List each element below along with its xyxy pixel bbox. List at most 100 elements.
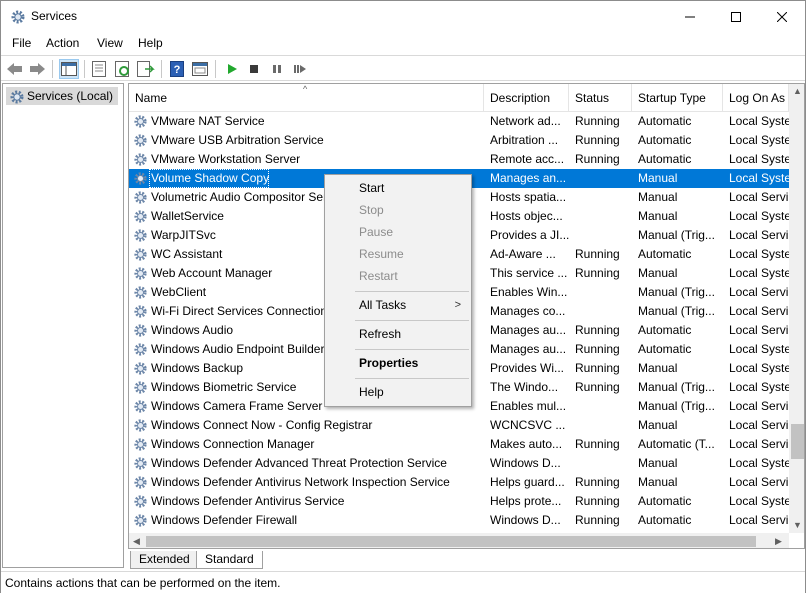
service-gear-icon xyxy=(133,228,148,246)
toolbar: ? xyxy=(1,55,805,81)
column-header-startup-type[interactable]: Startup Type xyxy=(632,84,723,112)
service-gear-icon xyxy=(133,171,148,189)
service-startup-type: Manual (Trig... xyxy=(638,285,715,299)
refresh-icon[interactable] xyxy=(113,59,133,79)
minimize-button[interactable] xyxy=(667,1,713,32)
menu-item-pause[interactable]: Pause xyxy=(325,221,471,243)
tab-standard[interactable]: Standard xyxy=(196,551,263,569)
properties-sheet-icon[interactable] xyxy=(89,59,109,79)
service-description: Manages an... xyxy=(490,171,567,185)
help-icon[interactable]: ? xyxy=(167,59,187,79)
menu-file[interactable]: File xyxy=(12,36,31,50)
service-gear-icon xyxy=(133,247,148,265)
service-status: Running xyxy=(575,361,620,375)
close-button[interactable] xyxy=(759,1,805,32)
service-name: Windows Defender Antivirus Network Inspe… xyxy=(151,475,450,489)
pause-service-icon[interactable] xyxy=(267,59,287,79)
table-row[interactable]: VMware Workstation Server Remote acc... Ru… xyxy=(129,150,791,170)
column-header-description[interactable]: Description xyxy=(484,84,569,112)
forward-arrow-icon[interactable] xyxy=(27,59,47,79)
menu-help[interactable]: Help xyxy=(138,36,163,50)
scroll-left-icon[interactable]: ◀ xyxy=(133,536,140,547)
scroll-right-icon[interactable]: ▶ xyxy=(775,536,782,547)
service-gear-icon xyxy=(133,494,148,512)
service-description: Windows D... xyxy=(490,513,561,527)
table-row[interactable]: Windows Defender Antivirus Service Helps … xyxy=(129,492,791,512)
table-row[interactable]: Windows Connection Manager Makes auto... R… xyxy=(129,435,789,454)
table-row[interactable]: VMware USB Arbitration Service Arbitratio… xyxy=(129,131,791,151)
service-name: Windows Defender Firewall xyxy=(151,513,298,527)
table-row[interactable]: Windows Defender Firewall Windows D... Run… xyxy=(129,511,789,530)
services-gear-icon xyxy=(9,89,25,108)
service-gear-icon xyxy=(133,152,148,170)
column-header-log-on-as[interactable]: Log On As xyxy=(723,84,789,112)
status-bar: Contains actions that can be performed o… xyxy=(1,571,805,593)
horizontal-scrollbar[interactable]: ◀ ▶ xyxy=(129,533,789,548)
service-log-on-as: Local Syste xyxy=(729,114,791,128)
export-list-icon[interactable] xyxy=(136,59,156,79)
service-description: Manages au... xyxy=(490,323,567,337)
horizontal-scroll-thumb[interactable] xyxy=(146,536,756,547)
service-gear-icon xyxy=(133,418,148,436)
menu-view[interactable]: View xyxy=(97,36,123,50)
column-header-status[interactable]: Status xyxy=(569,84,632,112)
service-startup-type: Automatic xyxy=(638,342,692,356)
menu-item-properties[interactable]: Properties xyxy=(325,352,471,374)
table-row[interactable]: VMware NAT Service Network ad... Running Au… xyxy=(129,112,791,131)
scroll-down-icon[interactable]: ▼ xyxy=(793,520,802,530)
service-log-on-as: Local Syste xyxy=(729,266,791,280)
menu-item-resume[interactable]: Resume xyxy=(325,243,471,265)
service-description: This service ... xyxy=(490,266,568,280)
tree-item-label: Services (Local) xyxy=(27,89,114,103)
service-gear-icon xyxy=(133,342,148,360)
stop-service-icon[interactable] xyxy=(244,59,264,79)
restart-service-icon[interactable] xyxy=(290,59,310,79)
scroll-up-icon[interactable]: ▲ xyxy=(793,86,802,96)
list-header: Name ^ Description Status Startup Type L… xyxy=(129,84,789,112)
table-row[interactable]: Windows Connect Now - Config Registrar WC… xyxy=(129,416,789,435)
service-startup-type: Automatic xyxy=(638,152,692,166)
service-status: Running xyxy=(575,133,620,147)
service-status: Running xyxy=(575,380,620,394)
service-status xyxy=(575,454,633,473)
service-startup-type: Manual xyxy=(638,171,678,185)
tree-item-services-local[interactable]: Services (Local) xyxy=(6,87,119,108)
menu-item-help[interactable]: Help xyxy=(325,381,471,403)
service-description: Network ad... xyxy=(490,114,561,128)
service-startup-type: Manual xyxy=(638,475,678,489)
tab-extended[interactable]: Extended xyxy=(130,551,199,569)
menu-action[interactable]: Action xyxy=(46,36,79,50)
service-startup-type: Manual xyxy=(638,266,678,280)
start-service-icon[interactable] xyxy=(222,59,242,79)
service-gear-icon xyxy=(133,361,148,379)
table-row[interactable]: Windows Defender Antivirus Network Inspe… xyxy=(129,473,789,492)
vertical-scrollbar[interactable]: ▲ ▼ xyxy=(789,84,804,533)
menu-item-stop[interactable]: Stop xyxy=(325,199,471,221)
vertical-scroll-thumb[interactable] xyxy=(791,424,804,459)
service-name: Windows Defender Antivirus Service xyxy=(151,494,345,508)
service-log-on-as: Local Servi xyxy=(729,190,789,204)
service-status xyxy=(575,302,633,321)
console-view-icon[interactable] xyxy=(190,59,210,79)
service-gear-icon xyxy=(133,209,148,227)
service-description: Ad-Aware ... xyxy=(490,247,556,261)
service-startup-type: Manual xyxy=(638,456,678,470)
maximize-button[interactable] xyxy=(713,1,759,32)
menu-item-start[interactable]: Start xyxy=(325,177,471,199)
menu-item-restart[interactable]: Restart xyxy=(325,265,471,287)
service-status: Running xyxy=(575,437,620,451)
menu-item-all-tasks[interactable]: All Tasks > xyxy=(325,294,471,316)
show-hide-tree-icon[interactable] xyxy=(59,59,79,79)
menu-item-refresh[interactable]: Refresh xyxy=(325,323,471,345)
service-gear-icon xyxy=(133,133,148,151)
service-log-on-as: Local Syste xyxy=(729,494,791,508)
submenu-arrow-icon: > xyxy=(454,299,461,311)
back-arrow-icon[interactable] xyxy=(5,59,25,79)
table-row[interactable]: Windows Defender Advanced Threat Protect… xyxy=(129,454,791,473)
service-gear-icon xyxy=(133,437,148,455)
menu-bar: File Action View Help xyxy=(1,32,805,54)
service-log-on-as: Local Servi xyxy=(729,323,789,337)
service-startup-type: Automatic xyxy=(638,323,692,337)
service-startup-type: Automatic xyxy=(638,513,692,527)
context-menu: Start Stop Pause Resume Restart All Task… xyxy=(324,174,472,407)
